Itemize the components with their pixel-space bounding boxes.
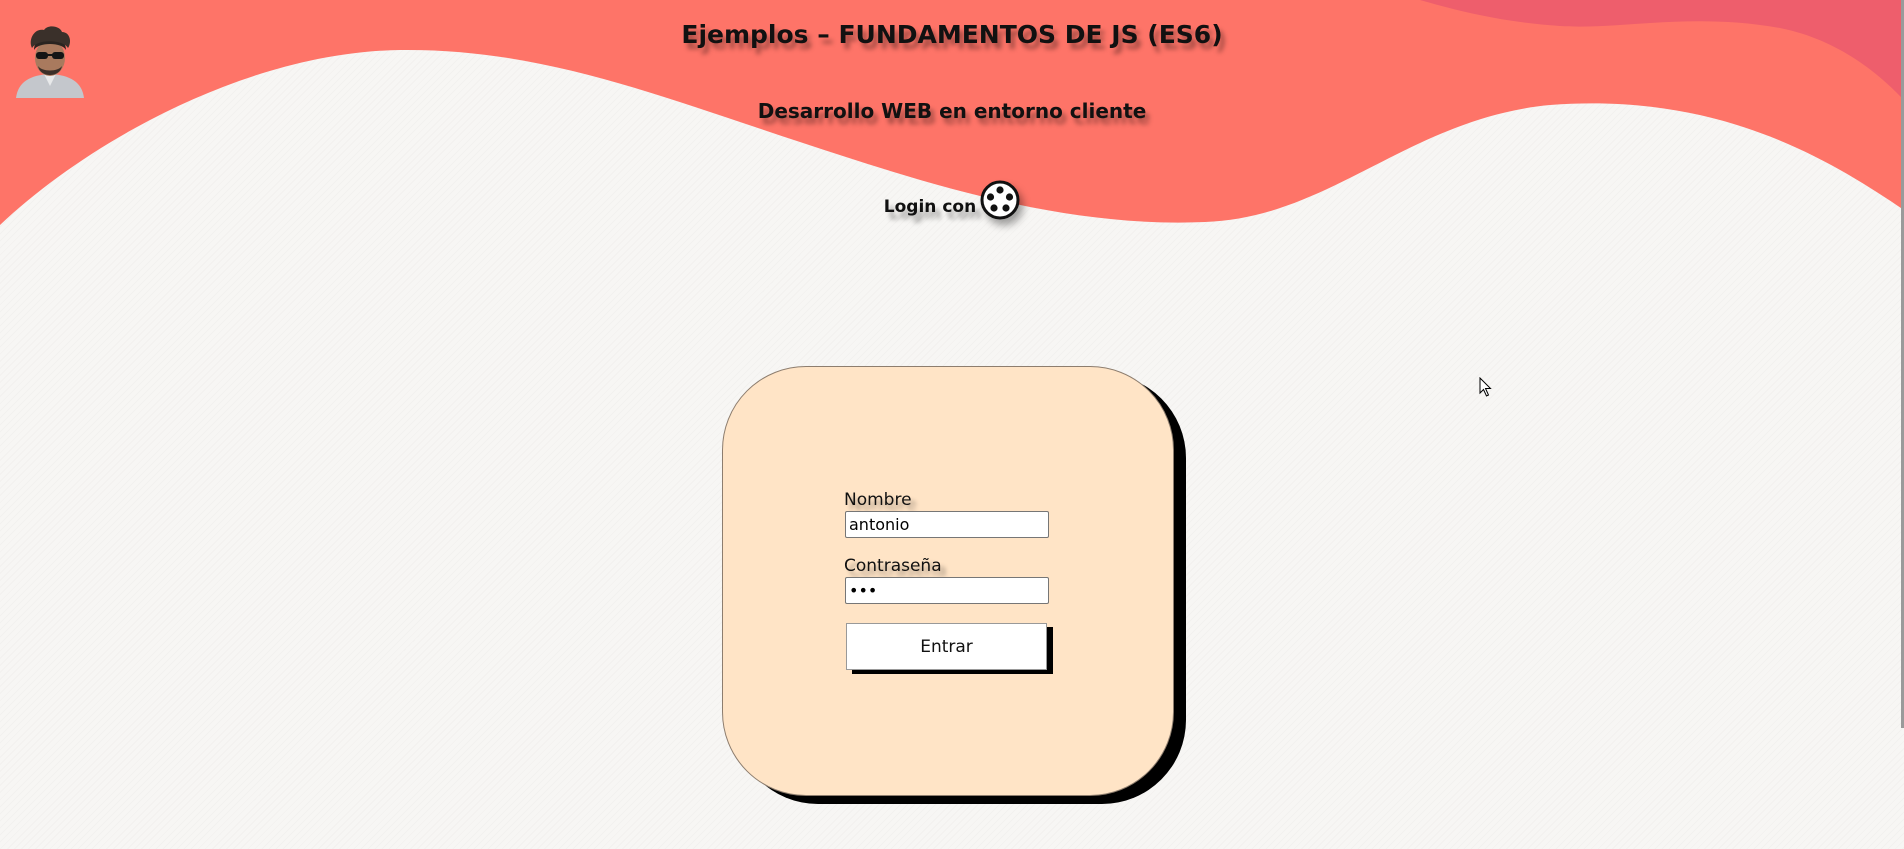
password-input[interactable] (845, 577, 1049, 604)
password-label: Contraseña (844, 556, 942, 576)
submit-button[interactable]: Entrar (846, 623, 1047, 670)
login-with-label: Login con (883, 197, 977, 217)
name-label: Nombre (844, 490, 912, 510)
page-subtitle: Desarrollo WEB en entorno cliente (757, 99, 1147, 123)
login-card: Nombre Contraseña Entrar (722, 366, 1174, 796)
name-input[interactable] (845, 511, 1049, 538)
page-title: Ejemplos – FUNDAMENTOS DE JS (ES6) (681, 20, 1223, 49)
login-with: Login con (0, 180, 1904, 220)
mouse-cursor-icon (1479, 377, 1492, 397)
dot-circle-logo-icon (980, 180, 1020, 220)
